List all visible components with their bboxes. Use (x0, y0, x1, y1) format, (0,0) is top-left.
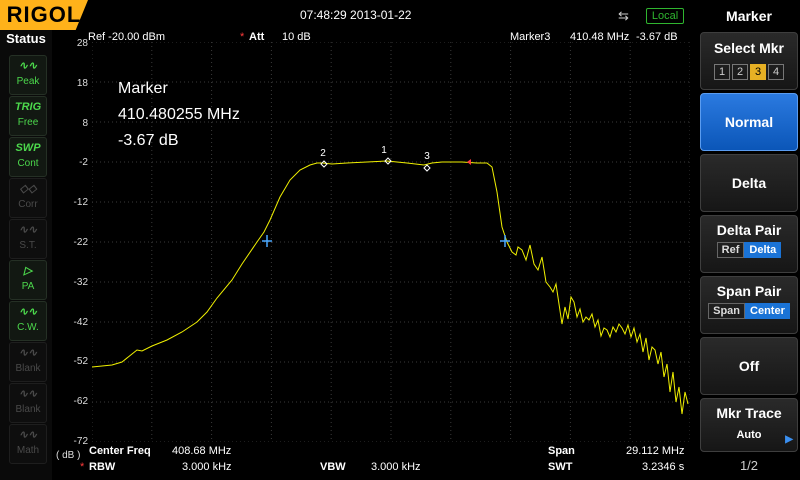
menu-title: Marker (726, 8, 772, 24)
y-tick-label: -32 (73, 276, 88, 288)
status-peak: ∿∿ Peak (9, 55, 47, 95)
marker-trace-value: Auto (736, 429, 762, 441)
delta-pair-delta[interactable]: Delta (744, 242, 782, 258)
marker-4-button[interactable]: 4 (768, 64, 784, 80)
local-badge[interactable]: Local (646, 8, 684, 24)
span-pair-center[interactable]: Center (745, 303, 790, 319)
span-pair-span[interactable]: Span (708, 303, 746, 319)
marker-1-label: 1 (381, 145, 387, 156)
span-pair-label: Span Pair (716, 283, 782, 299)
y-tick-label: 8 (82, 117, 88, 129)
st-icon: ∿∿ (18, 224, 38, 236)
off-key[interactable]: Off (700, 337, 798, 395)
y-tick-label: -52 (73, 356, 88, 368)
cw-icon: ∿∿ (18, 306, 38, 318)
marker-2-label: 2 (320, 148, 326, 159)
y-tick-label: -62 (73, 396, 88, 408)
y-tick-label: 18 (76, 77, 88, 89)
normal-key[interactable]: Normal (700, 93, 798, 151)
marker-readout-level: -3.67 dB (118, 132, 179, 149)
status-label: Peak (16, 76, 40, 87)
rbw-label: RBW (89, 461, 116, 473)
status-label: Free (17, 117, 39, 128)
marker-trace-key[interactable]: Mkr Trace Auto ▶ (700, 398, 798, 452)
status-math: ∿∿ Math (9, 424, 47, 464)
marker-1-button[interactable]: 1 (714, 64, 730, 80)
y-unit: ( dB ) (56, 450, 81, 461)
marker-trace-label: Mkr Trace (716, 405, 782, 421)
status-pa: ▷ PA (9, 260, 47, 300)
y-tick-label: 28 (76, 38, 88, 49)
marker-2-button[interactable]: 2 (732, 64, 748, 80)
status-cw: ∿∿ C.W. (9, 301, 47, 341)
status-label: Blank (15, 363, 41, 374)
rbw-marker-icon: * (80, 461, 85, 473)
y-tick-label: -72 (73, 436, 88, 447)
swt-value[interactable]: 3.2346 s (642, 461, 684, 473)
swt-label: SWT (548, 461, 573, 473)
marker-3-button[interactable]: 3 (750, 64, 766, 80)
status-blank: ∿∿ Blank (9, 342, 47, 382)
pa-icon: ▷ (23, 265, 33, 277)
vbw-label: VBW (320, 461, 346, 473)
status-label: Blank (15, 404, 41, 415)
marker-3-label: 3 (424, 151, 430, 162)
span-pair-key[interactable]: Span Pair Span Center (700, 276, 798, 334)
status-label: C.W. (17, 322, 39, 333)
status-st: ∿∿ S.T. (9, 219, 47, 259)
y-tick-label: -2 (79, 157, 88, 169)
status-free: TRIG Free (9, 96, 47, 136)
submenu-arrow-icon: ▶ (785, 434, 793, 445)
peak-indicator-icon (467, 159, 471, 165)
status-label: Corr (18, 199, 38, 210)
status-cont: SWP Cont (9, 137, 47, 177)
rigol-logo: RIGOL (0, 0, 88, 30)
waveform-icon: ∿∿ (18, 60, 38, 72)
status-blank: ∿∿ Blank (9, 383, 47, 423)
corr-icon: ◇◇ (19, 183, 37, 195)
blank-icon: ∿∿ (18, 347, 38, 359)
status-corr: ◇◇ Corr (9, 178, 47, 218)
span-value[interactable]: 29.112 MHz (626, 445, 685, 457)
center-freq-label: Center Freq (89, 445, 151, 457)
marker-readout-title: Marker (118, 80, 168, 97)
delta-pair-ref[interactable]: Ref (716, 242, 745, 258)
menu-page-indicator: 1/2 (739, 458, 759, 473)
blank-icon: ∿∿ (18, 388, 38, 400)
spectrum-trace (92, 160, 689, 415)
delta-pair-key[interactable]: Delta Pair Ref Delta (700, 215, 798, 273)
clock: 07:48:29 2013-01-22 (300, 8, 412, 22)
usb-icon: ⇆ (618, 8, 629, 23)
delta-pair-label: Delta Pair (716, 222, 782, 238)
status-label: Math (16, 445, 40, 456)
status-label: S.T. (19, 240, 37, 251)
vbw-value[interactable]: 3.000 kHz (371, 461, 421, 473)
y-tick-label: -22 (73, 237, 88, 248)
marker-readout: Marker 410.480255 MHz -3.67 dB (118, 76, 240, 154)
ndb-crossing-1-icon (262, 235, 272, 247)
status-title: Status (6, 31, 46, 46)
marker-selector: 1234 (701, 62, 797, 80)
span-label: Span (548, 445, 575, 457)
center-freq-value[interactable]: 408.68 MHz (172, 445, 231, 457)
swp-icon: SWP (15, 142, 41, 154)
math-icon: ∿∿ (18, 429, 38, 441)
marker-readout-freq: 410.480255 MHz (118, 106, 240, 123)
select-marker-key[interactable]: Select Mkr 1234 (700, 32, 798, 90)
marker-3-diamond (423, 164, 431, 172)
status-label: Cont (17, 158, 39, 169)
trig-icon: TRIG (14, 101, 42, 113)
y-tick-label: -12 (73, 197, 88, 209)
rbw-value[interactable]: 3.000 kHz (182, 461, 232, 473)
delta-key[interactable]: Delta (700, 154, 798, 212)
select-marker-label: Select Mkr (713, 40, 785, 56)
status-label: PA (21, 281, 35, 292)
y-tick-label: -42 (73, 316, 88, 328)
